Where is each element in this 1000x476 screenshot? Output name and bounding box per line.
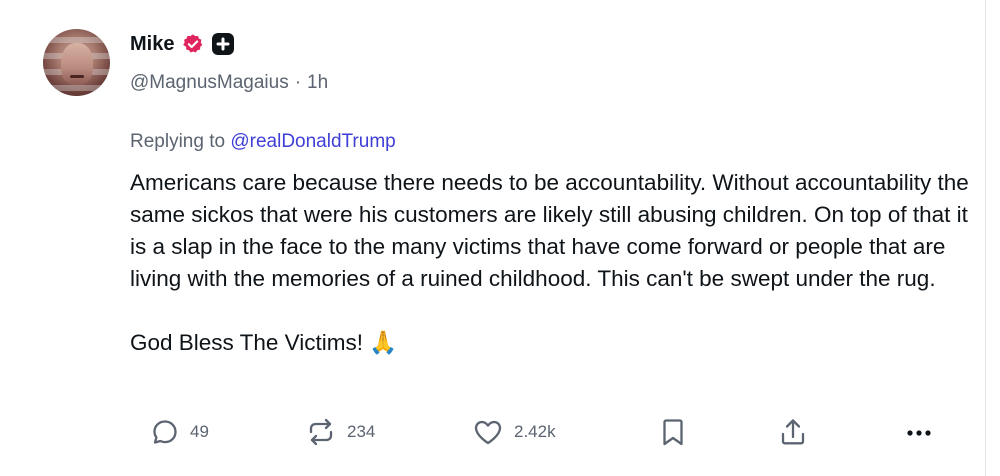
plus-badge-icon bbox=[212, 33, 235, 55]
share-icon bbox=[781, 419, 805, 445]
name-row: Mike bbox=[130, 30, 328, 58]
more-icon bbox=[907, 430, 931, 436]
reply-button[interactable]: 49 bbox=[150, 412, 209, 452]
more-options-button[interactable] bbox=[902, 412, 936, 452]
action-bar: 49 234 2.42k bbox=[150, 412, 950, 452]
post-card: Mike @MagnusMagaius · 1h Replying to @re… bbox=[0, 0, 1000, 476]
repost-count: 234 bbox=[347, 422, 376, 441]
mention-link[interactable]: @realDonaldTrump bbox=[230, 131, 395, 152]
bookmark-icon bbox=[663, 419, 683, 446]
like-icon bbox=[474, 420, 502, 445]
author-handle[interactable]: @MagnusMagaius bbox=[130, 72, 289, 94]
verified-badge-icon bbox=[183, 34, 203, 53]
divider bbox=[985, 0, 986, 476]
like-button[interactable]: 2.42k bbox=[472, 412, 556, 452]
avatar-detail bbox=[70, 75, 84, 78]
post-time[interactable]: 1h bbox=[307, 72, 328, 94]
post-header: Mike @MagnusMagaius · 1h bbox=[130, 30, 328, 94]
repost-button[interactable]: 234 bbox=[305, 412, 375, 452]
like-count: 2.42k bbox=[514, 422, 556, 441]
repost-icon bbox=[309, 418, 333, 446]
post-paragraph: Americans care because there needs to be… bbox=[130, 170, 969, 291]
author-name[interactable]: Mike bbox=[130, 33, 174, 56]
reply-icon bbox=[153, 420, 177, 444]
plus-icon bbox=[216, 37, 230, 51]
separator-dot: · bbox=[294, 72, 302, 93]
replying-to: Replying to @realDonaldTrump bbox=[130, 131, 396, 153]
replying-to-label: Replying to bbox=[130, 131, 226, 152]
post-body: Americans care because there needs to be… bbox=[130, 167, 970, 359]
reply-count: 49 bbox=[190, 422, 209, 441]
avatar[interactable] bbox=[43, 29, 110, 96]
post-paragraph: God Bless The Victims! 🙏 bbox=[130, 330, 398, 355]
avatar-face bbox=[61, 43, 93, 85]
avatar-detail bbox=[43, 85, 110, 91]
bookmark-button[interactable] bbox=[660, 412, 686, 452]
share-button[interactable] bbox=[778, 412, 808, 452]
handle-row: @MagnusMagaius · 1h bbox=[130, 72, 328, 94]
